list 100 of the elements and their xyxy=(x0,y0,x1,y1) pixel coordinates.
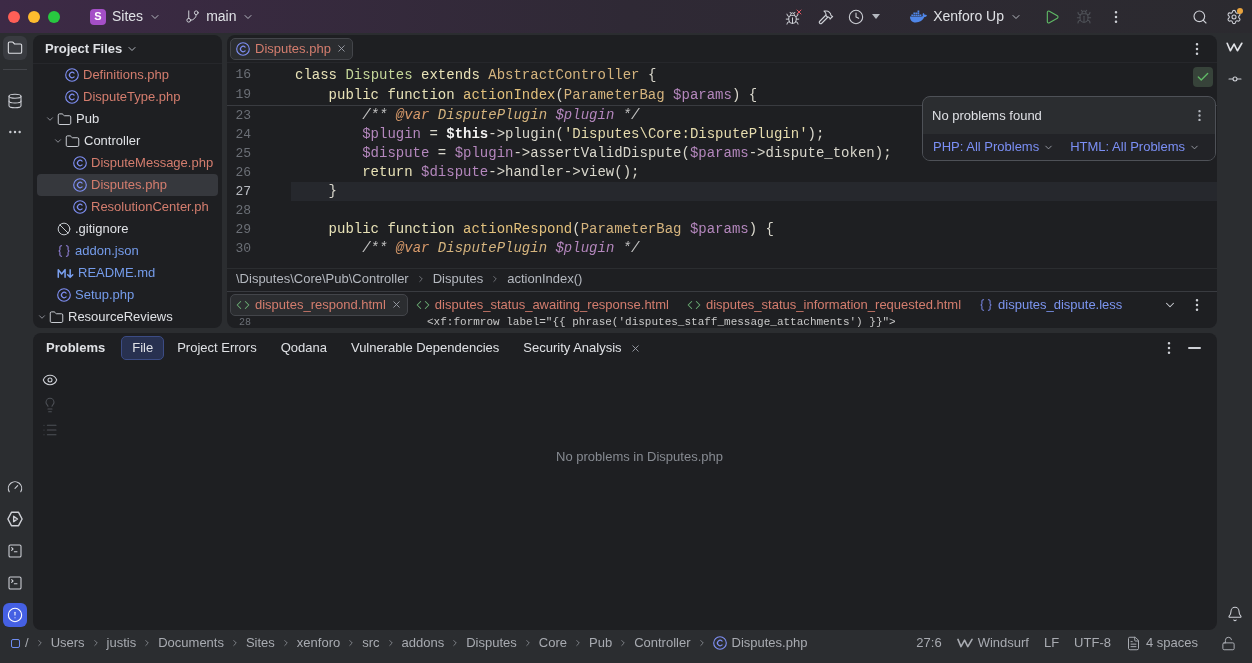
line-number: 16 xyxy=(234,66,251,85)
tree-item[interactable]: Controller xyxy=(37,130,218,152)
class-icon xyxy=(73,200,87,214)
line-number: 19 xyxy=(234,86,251,105)
chevron-right-icon xyxy=(573,638,583,648)
path-segment[interactable]: Documents xyxy=(158,633,224,653)
empty-message: No problems in Disputes.php xyxy=(556,448,723,466)
panel-tab[interactable]: File xyxy=(121,336,165,360)
line-number: 28 xyxy=(234,201,251,220)
project-view-selector[interactable]: Project Files xyxy=(45,39,139,59)
path-segment[interactable]: xenforo xyxy=(296,633,341,653)
line-separator-widget[interactable]: LF xyxy=(1043,633,1060,653)
square-icon xyxy=(11,638,20,648)
clock-icon xyxy=(848,8,865,25)
unlocked-icon xyxy=(1221,635,1236,651)
caret-position[interactable]: 27:6 xyxy=(916,633,942,653)
filter-dropdown[interactable]: PHP: All Problems xyxy=(933,137,1055,157)
branch-selector[interactable]: main xyxy=(183,3,257,30)
eye-icon[interactable] xyxy=(41,372,58,388)
close-icon xyxy=(390,299,402,310)
hexagon-play-icon xyxy=(7,511,23,527)
zoom-button[interactable] xyxy=(48,10,60,23)
tree-item[interactable]: Disputes.php xyxy=(37,174,218,196)
path-segment[interactable]: src xyxy=(362,633,380,653)
breadcrumb-item[interactable]: \Disputes\Core\Pub\Controller xyxy=(236,269,409,289)
path-segment[interactable]: Disputes xyxy=(466,633,517,653)
path-segment[interactable]: / xyxy=(11,633,29,653)
bug-icon xyxy=(785,7,804,26)
folder-icon xyxy=(7,40,23,56)
close-button[interactable] xyxy=(8,10,20,23)
minimize-button[interactable] xyxy=(28,10,40,23)
breadcrumb-item[interactable]: actionIndex() xyxy=(507,269,583,289)
tree-item[interactable]: DisputeType.php xyxy=(37,86,218,108)
search-icon xyxy=(1192,8,1208,25)
breadcrumb-item[interactable]: Disputes xyxy=(432,269,484,289)
tree-item[interactable]: ResourceReviews xyxy=(37,306,218,328)
editor-tab[interactable]: disputes_status_awaiting_response.html xyxy=(409,293,679,316)
panel-tab[interactable]: Qodana xyxy=(269,336,338,360)
code-line: class Disputes extends AbstractController { xyxy=(294,65,657,85)
path-segment[interactable]: Core xyxy=(538,633,567,653)
project-selector[interactable]: S Sites xyxy=(88,3,164,30)
class-icon xyxy=(236,41,250,56)
tree-item[interactable]: ResolutionCenter.ph xyxy=(37,196,218,218)
tool-window-button[interactable] xyxy=(3,603,27,627)
terminal-icon xyxy=(7,575,23,591)
run-configuration-selector[interactable]: Xenforo Up xyxy=(906,3,1026,30)
line-number: 29 xyxy=(234,220,251,239)
gauge-icon xyxy=(7,479,23,495)
line-number: 27 xyxy=(234,182,251,201)
line-number: 26 xyxy=(234,163,251,182)
tree-item[interactable]: Definitions.php xyxy=(37,64,218,86)
path-segment[interactable]: Sites xyxy=(245,633,275,653)
editor-tab[interactable]: disputes_respond.html xyxy=(230,293,408,316)
class-icon xyxy=(65,68,79,82)
class-icon xyxy=(73,156,87,170)
popup-message: No problems found xyxy=(932,106,1042,125)
terminal-icon xyxy=(7,543,23,559)
braces-icon xyxy=(979,297,994,312)
folder-icon xyxy=(57,111,72,127)
read-only-toggle[interactable] xyxy=(1221,635,1236,651)
path-segment[interactable]: justis xyxy=(106,633,137,653)
editor-tab[interactable]: Disputes.php xyxy=(230,37,353,60)
line-number: 24 xyxy=(234,125,251,144)
tree-item[interactable]: Pub xyxy=(37,108,218,130)
minimize-icon xyxy=(1188,347,1201,349)
indent-widget[interactable]: 4 spaces xyxy=(1125,633,1198,653)
path-segment[interactable]: Disputes.php xyxy=(712,633,808,653)
project-badge: S xyxy=(90,8,106,25)
encoding-widget[interactable]: UTF-8 xyxy=(1074,633,1111,653)
line-number: 28 xyxy=(238,317,251,328)
tool-window-button[interactable] xyxy=(3,36,27,60)
line-number: 30 xyxy=(234,239,251,258)
editor-tab[interactable]: disputes_dispute.less xyxy=(973,293,1133,316)
code-line: /** @var DisputePlugin $plugin */ xyxy=(361,239,640,258)
panel-tab[interactable]: Project Errors xyxy=(166,336,268,360)
path-segment[interactable]: Users xyxy=(50,633,85,653)
panel-tab[interactable]: Vulnerable Dependencies xyxy=(339,336,511,360)
folder-icon xyxy=(65,133,80,149)
assistant-widget[interactable]: Windsurf xyxy=(956,633,1029,653)
editor-tab[interactable]: disputes_status_information_requested.html xyxy=(680,293,972,316)
panel-tab[interactable]: Security Analysis xyxy=(512,336,652,360)
code-line: public function actionIndex(ParameterBag $params) { xyxy=(327,85,758,105)
path-segment[interactable]: Controller xyxy=(634,633,691,653)
tree-item[interactable]: addon.json xyxy=(37,240,218,262)
class-icon xyxy=(73,178,87,192)
branch-icon xyxy=(185,9,201,24)
hammer-icon xyxy=(818,8,835,25)
filter-dropdown[interactable]: HTML: All Problems xyxy=(1070,137,1201,157)
path-segment[interactable]: addons xyxy=(401,633,445,653)
close-icon xyxy=(335,43,347,54)
tree-item[interactable]: .gitignore xyxy=(37,218,218,240)
path-segment[interactable]: Pub xyxy=(589,633,613,653)
code-line: public function actionRespond(ParameterBag $params) { xyxy=(327,220,774,239)
line-number: 25 xyxy=(234,144,251,163)
tree-item[interactable]: DisputeMessage.php xyxy=(37,152,218,174)
line-number: 23 xyxy=(234,106,251,125)
tree-item[interactable]: Setup.php xyxy=(37,284,218,306)
alert-icon xyxy=(7,607,23,623)
tree-item[interactable]: README.md xyxy=(37,262,218,284)
code-line: return $dispute->handler->view(); xyxy=(361,163,640,182)
